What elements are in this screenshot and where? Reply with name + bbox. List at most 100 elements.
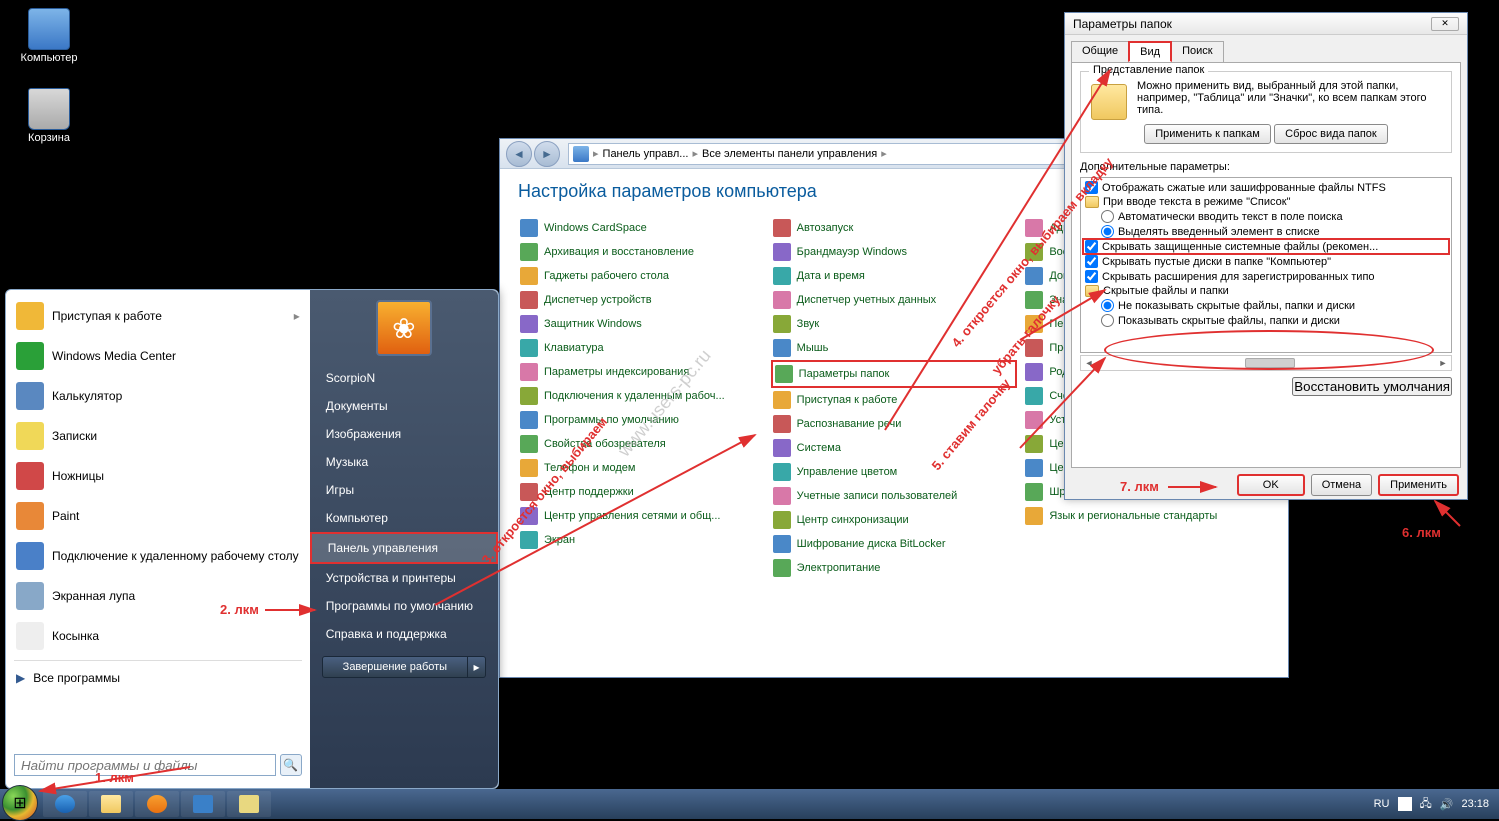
- fo-advanced-tree[interactable]: Отображать сжатые или зашифрованные файл…: [1080, 177, 1452, 353]
- start-item[interactable]: Paint: [8, 496, 308, 536]
- cp-item[interactable]: Диспетчер устройств: [518, 288, 765, 312]
- back-button[interactable]: ◄: [506, 141, 532, 167]
- cancel-button[interactable]: Отмена: [1311, 474, 1372, 496]
- start-right-item[interactable]: Документы: [310, 392, 498, 420]
- tray-network-icon[interactable]: 🖧: [1420, 795, 1432, 814]
- cp-item[interactable]: Распознавание речи: [771, 412, 1018, 436]
- restore-defaults-button[interactable]: Восстановить умолчания: [1292, 377, 1452, 396]
- tray-volume-icon[interactable]: 🔊: [1440, 798, 1454, 811]
- radio[interactable]: [1101, 225, 1114, 238]
- cp-item[interactable]: Дата и время: [771, 264, 1018, 288]
- cp-item[interactable]: Управление цветом: [771, 460, 1018, 484]
- breadcrumb-seg[interactable]: Панель управл...: [599, 148, 693, 160]
- start-item[interactable]: Записки: [8, 416, 308, 456]
- start-search-input[interactable]: [14, 754, 276, 776]
- checkbox[interactable]: [1085, 270, 1098, 283]
- shutdown-button[interactable]: Завершение работы: [322, 656, 468, 678]
- reset-folders-button[interactable]: Сброс вида папок: [1274, 124, 1388, 144]
- fo-tree-row[interactable]: Скрывать защищенные системные файлы (рек…: [1083, 239, 1449, 254]
- horizontal-scrollbar[interactable]: ◄ ►: [1080, 355, 1452, 371]
- cp-item[interactable]: Учетные записи пользователей: [771, 484, 1018, 508]
- start-item[interactable]: Windows Media Center: [8, 336, 308, 376]
- fo-tree-row[interactable]: При вводе текста в режиме "Список": [1083, 195, 1449, 209]
- radio[interactable]: [1101, 299, 1114, 312]
- checkbox[interactable]: [1085, 255, 1098, 268]
- start-item[interactable]: Экранная лупа: [8, 576, 308, 616]
- cp-item[interactable]: Диспетчер учетных данных: [771, 288, 1018, 312]
- tray-flag-icon[interactable]: [1398, 797, 1412, 811]
- cp-item[interactable]: Гаджеты рабочего стола: [518, 264, 765, 288]
- apply-button[interactable]: Применить: [1378, 474, 1459, 496]
- start-right-item[interactable]: Музыка: [310, 448, 498, 476]
- fo-tree-row[interactable]: Скрывать расширения для зарегистрированн…: [1083, 269, 1449, 284]
- apply-to-folders-button[interactable]: Применить к папкам: [1144, 124, 1271, 144]
- scroll-left-icon[interactable]: ◄: [1081, 358, 1097, 368]
- cp-item[interactable]: Центр управления сетями и общ...: [518, 504, 765, 528]
- search-button[interactable]: 🔍: [280, 754, 302, 776]
- start-right-item[interactable]: Игры: [310, 476, 498, 504]
- start-button[interactable]: ⊞: [2, 785, 38, 821]
- cp-item[interactable]: Защитник Windows: [518, 312, 765, 336]
- start-right-item[interactable]: Панель управления: [310, 532, 498, 564]
- radio[interactable]: [1101, 210, 1114, 223]
- cp-item[interactable]: Параметры индексирования: [518, 360, 765, 384]
- checkbox[interactable]: [1085, 181, 1098, 194]
- cp-item[interactable]: Шифрование диска BitLocker: [771, 532, 1018, 556]
- start-item[interactable]: Подключение к удаленному рабочему столу: [8, 536, 308, 576]
- desktop-icon-trash[interactable]: Корзина: [14, 88, 84, 144]
- forward-button[interactable]: ►: [534, 141, 560, 167]
- cp-item[interactable]: Автозапуск: [771, 216, 1018, 240]
- start-right-item[interactable]: Изображения: [310, 420, 498, 448]
- start-right-item[interactable]: Программы по умолчанию: [310, 592, 498, 620]
- start-right-item[interactable]: Справка и поддержка: [310, 620, 498, 648]
- fo-tree-row[interactable]: Скрывать пустые диски в папке "Компьютер…: [1083, 254, 1449, 269]
- taskbar-item-ie[interactable]: [43, 791, 87, 817]
- shutdown-options-button[interactable]: ▸: [468, 656, 486, 678]
- cp-item[interactable]: Клавиатура: [518, 336, 765, 360]
- cp-item[interactable]: Архивация и восстановление: [518, 240, 765, 264]
- cp-item[interactable]: Программы по умолчанию: [518, 408, 765, 432]
- cp-item[interactable]: Мышь: [771, 336, 1018, 360]
- tray-clock[interactable]: 23:18: [1461, 798, 1489, 810]
- start-right-item[interactable]: Компьютер: [310, 504, 498, 532]
- fo-tree-row[interactable]: Автоматически вводить текст в поле поиск…: [1083, 209, 1449, 224]
- fo-tab[interactable]: Общие: [1071, 41, 1129, 62]
- fo-tree-row[interactable]: Не показывать скрытые файлы, папки и дис…: [1083, 298, 1449, 313]
- taskbar-item-app2[interactable]: [227, 791, 271, 817]
- fo-tab[interactable]: Поиск: [1171, 41, 1223, 62]
- taskbar-item-explorer[interactable]: [89, 791, 133, 817]
- start-right-item[interactable]: Устройства и принтеры: [310, 564, 498, 592]
- start-item[interactable]: Ножницы: [8, 456, 308, 496]
- cp-item[interactable]: Брандмауэр Windows: [771, 240, 1018, 264]
- cp-item[interactable]: Windows CardSpace: [518, 216, 765, 240]
- cp-item[interactable]: Язык и региональные стандарты: [1023, 504, 1270, 528]
- all-programs-item[interactable]: ▶ Все программы: [8, 665, 308, 691]
- cp-item[interactable]: Система: [771, 436, 1018, 460]
- user-avatar[interactable]: ❀: [376, 300, 432, 356]
- fo-tree-row[interactable]: Выделять введенный элемент в списке: [1083, 224, 1449, 239]
- breadcrumb-seg[interactable]: Все элементы панели управления: [698, 148, 881, 160]
- checkbox[interactable]: [1085, 240, 1098, 253]
- cp-item[interactable]: Электропитание: [771, 556, 1018, 580]
- start-item[interactable]: Калькулятор: [8, 376, 308, 416]
- start-user-name[interactable]: ScorpioN: [310, 364, 498, 392]
- cp-item[interactable]: Экран: [518, 528, 765, 552]
- taskbar-item-app1[interactable]: [181, 791, 225, 817]
- cp-item[interactable]: Приступая к работе: [771, 388, 1018, 412]
- radio[interactable]: [1101, 314, 1114, 327]
- taskbar-item-media[interactable]: [135, 791, 179, 817]
- desktop-icon-computer[interactable]: Компьютер: [14, 8, 84, 64]
- cp-item[interactable]: Свойства обозревателя: [518, 432, 765, 456]
- scroll-thumb[interactable]: [1245, 358, 1295, 368]
- start-item[interactable]: Приступая к работе▸: [8, 296, 308, 336]
- fo-tree-row[interactable]: Показывать скрытые файлы, папки и диски: [1083, 313, 1449, 328]
- tray-lang[interactable]: RU: [1374, 798, 1390, 810]
- cp-item[interactable]: Параметры папок: [771, 360, 1018, 388]
- fo-tree-row[interactable]: Скрытые файлы и папки: [1083, 284, 1449, 298]
- ok-button[interactable]: OK: [1237, 474, 1305, 496]
- fo-tree-row[interactable]: Отображать сжатые или зашифрованные файл…: [1083, 180, 1449, 195]
- start-item[interactable]: Косынка: [8, 616, 308, 656]
- cp-item[interactable]: Телефон и модем: [518, 456, 765, 480]
- scroll-right-icon[interactable]: ►: [1435, 358, 1451, 368]
- close-button[interactable]: ✕: [1431, 17, 1459, 31]
